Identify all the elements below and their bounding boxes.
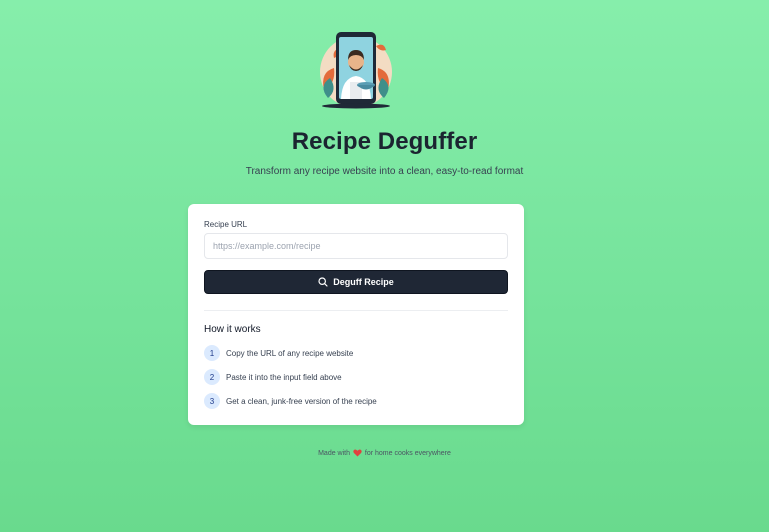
search-icon xyxy=(318,277,328,287)
step-number-badge: 3 xyxy=(204,393,220,409)
step-number-badge: 1 xyxy=(204,345,220,361)
step-item: 2 Paste it into the input field above xyxy=(204,369,342,385)
step-text: Paste it into the input field above xyxy=(226,372,342,382)
deguff-recipe-button[interactable]: Deguff Recipe xyxy=(204,270,508,294)
footer-suffix: for home cooks everywhere xyxy=(364,449,451,457)
step-text: Copy the URL of any recipe website xyxy=(226,348,354,358)
footer-prefix: Made with xyxy=(318,449,350,457)
chef-on-phone-logo xyxy=(314,28,398,110)
deguff-recipe-label: Deguff Recipe xyxy=(333,277,394,287)
page-subtitle: Transform any recipe website into a clea… xyxy=(245,166,524,177)
heart-icon xyxy=(353,449,362,457)
recipe-url-label: Recipe URL xyxy=(204,220,248,229)
page-title: Recipe Deguffer xyxy=(291,128,478,155)
step-number-badge: 2 xyxy=(204,369,220,385)
step-item: 3 Get a clean, junk-free version of the … xyxy=(204,393,377,409)
how-it-works-title: How it works xyxy=(204,324,261,335)
step-text: Get a clean, junk-free version of the re… xyxy=(226,396,377,406)
recipe-url-input[interactable] xyxy=(204,233,508,259)
recipe-form-card: Recipe URL Deguff Recipe How it works 1 … xyxy=(188,204,524,425)
divider xyxy=(204,310,508,311)
step-item: 1 Copy the URL of any recipe website xyxy=(204,345,353,361)
footer: Made with for home cooks everywhere xyxy=(0,449,769,457)
